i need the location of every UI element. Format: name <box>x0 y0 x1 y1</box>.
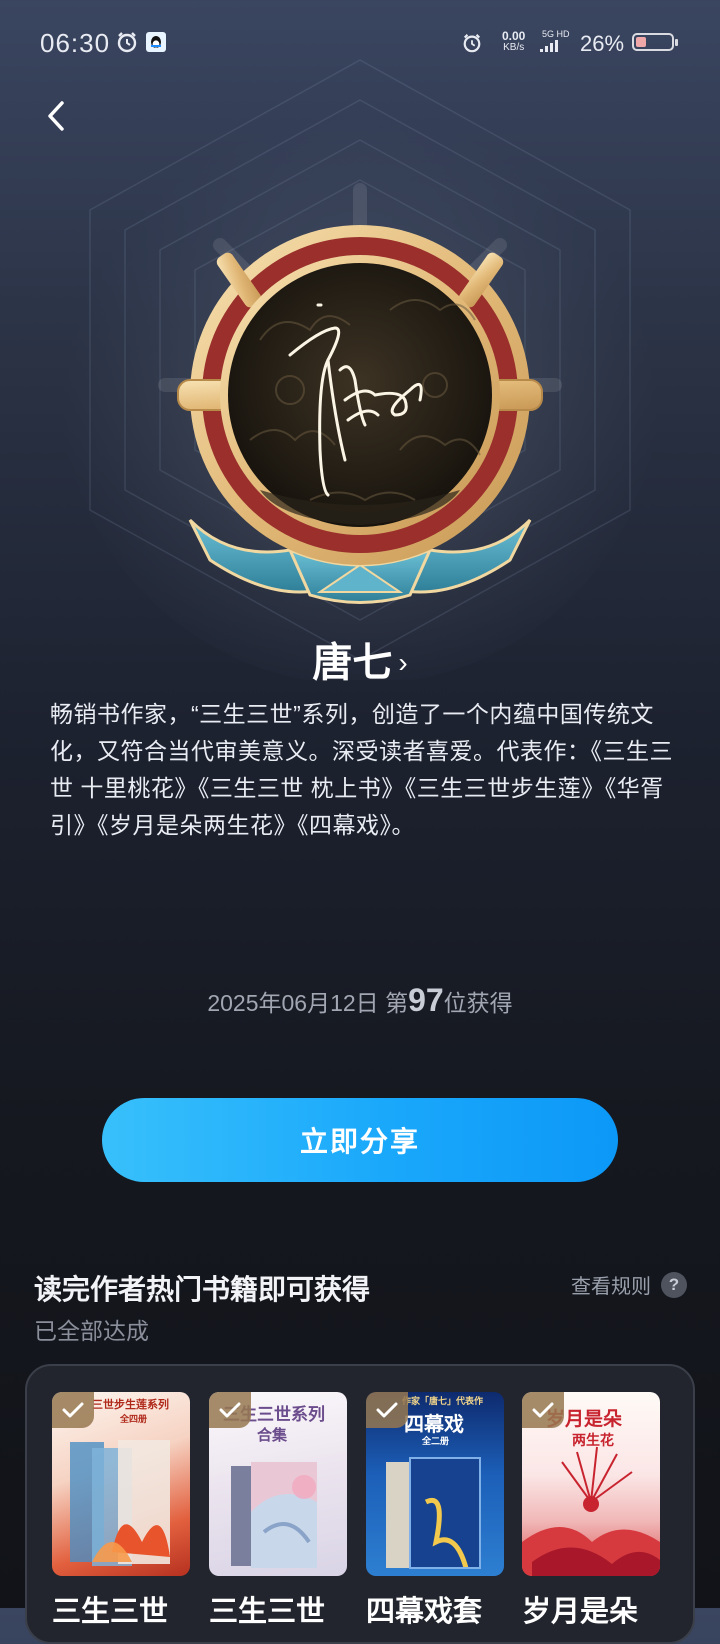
alarm-icon <box>117 32 137 53</box>
cover-subtext: 合集 <box>257 1426 288 1444</box>
cover-text: 四幕戏 <box>404 1412 464 1436</box>
status-time: 06:30 <box>40 28 111 58</box>
check-icon <box>366 1392 408 1428</box>
check-icon <box>522 1392 564 1428</box>
task-title: 读完作者热门书籍即可获得 <box>34 1274 371 1305</box>
book-cover[interactable]: 作家「唐七」代表作 四幕戏 全二册 <box>366 1392 504 1576</box>
cover-subtext: 全二册 <box>422 1437 450 1447</box>
obtain-rank: 97 <box>408 982 444 1018</box>
cover-text: 三世步生莲系列 <box>92 1398 169 1411</box>
cover-subtext: 全四册 <box>120 1415 148 1425</box>
chevron-left-icon <box>48 101 64 131</box>
rules-label[interactable]: 查看规则 <box>571 1270 651 1299</box>
back-button[interactable] <box>40 95 80 145</box>
signal-icon <box>540 40 558 52</box>
obtain-prefix: 第 <box>385 990 409 1016</box>
alarm-icon <box>463 34 481 53</box>
qq-app-icon <box>146 32 166 52</box>
book-item[interactable]: 岁月是朵 两生花 岁月是朵 <box>522 1392 660 1630</box>
obtain-date: 2025年06月12日 <box>207 990 379 1016</box>
battery-icon <box>632 33 678 51</box>
book-title[interactable]: 岁月是朵 <box>522 1588 660 1630</box>
book-title[interactable]: 三生三世 <box>209 1588 347 1630</box>
author-name[interactable]: 唐七 <box>312 641 392 685</box>
book-cover[interactable]: 岁月是朵 两生花 <box>522 1392 660 1576</box>
book-cover[interactable]: 三世步生莲系列 全四册 <box>52 1392 190 1576</box>
book-item[interactable]: 作家「唐七」代表作 四幕戏 全二册 四幕戏套 <box>366 1392 504 1630</box>
book-title[interactable]: 三生三世 <box>52 1588 190 1630</box>
help-icon[interactable]: ? <box>661 1271 687 1298</box>
network-type: 5G HD <box>542 29 570 39</box>
rules-link[interactable]: 查看规则 ? <box>571 1270 687 1299</box>
net-speed-value: 0.00 <box>502 29 526 43</box>
net-speed-unit: KB/s <box>503 42 525 53</box>
share-button[interactable]: 立即分享 <box>102 1098 618 1182</box>
net-speed: 0.00 KB/s <box>502 30 525 54</box>
status-bar: 06:30 0.00 KB/s 5G HD 26% <box>0 0 720 90</box>
obtain-suffix: 位获得 <box>443 990 513 1016</box>
author-name-row[interactable]: 唐七 › <box>0 630 720 688</box>
check-icon <box>52 1392 94 1428</box>
author-medal <box>177 225 543 604</box>
book-title[interactable]: 四幕戏套 <box>366 1588 504 1630</box>
check-icon <box>209 1392 251 1428</box>
author-bio: 畅销书作家，“三生三世”系列，创造了一个内蕴中国传统文化，又符合当代审美意义。深… <box>50 701 673 838</box>
obtain-info: 2025年06月12日 第97位获得 <box>0 982 720 1019</box>
cover-subtext: 两生花 <box>572 1433 614 1449</box>
task-status: 已全部达成 <box>34 1318 149 1344</box>
book-cover[interactable]: 三生三世系列 合集 <box>209 1392 347 1576</box>
book-item[interactable]: 三世步生莲系列 全四册 三生三世 <box>52 1392 190 1630</box>
cover-top-text: 作家「唐七」代表作 <box>402 1397 484 1407</box>
books-card: 三世步生莲系列 全四册 三生三世 三生三世系列 合集 三生三世 作家「唐七」代表… <box>25 1364 695 1644</box>
book-item[interactable]: 三生三世系列 合集 三生三世 <box>209 1392 347 1630</box>
chevron-right-icon: › <box>398 647 408 678</box>
battery-percent: 26% <box>580 31 625 56</box>
